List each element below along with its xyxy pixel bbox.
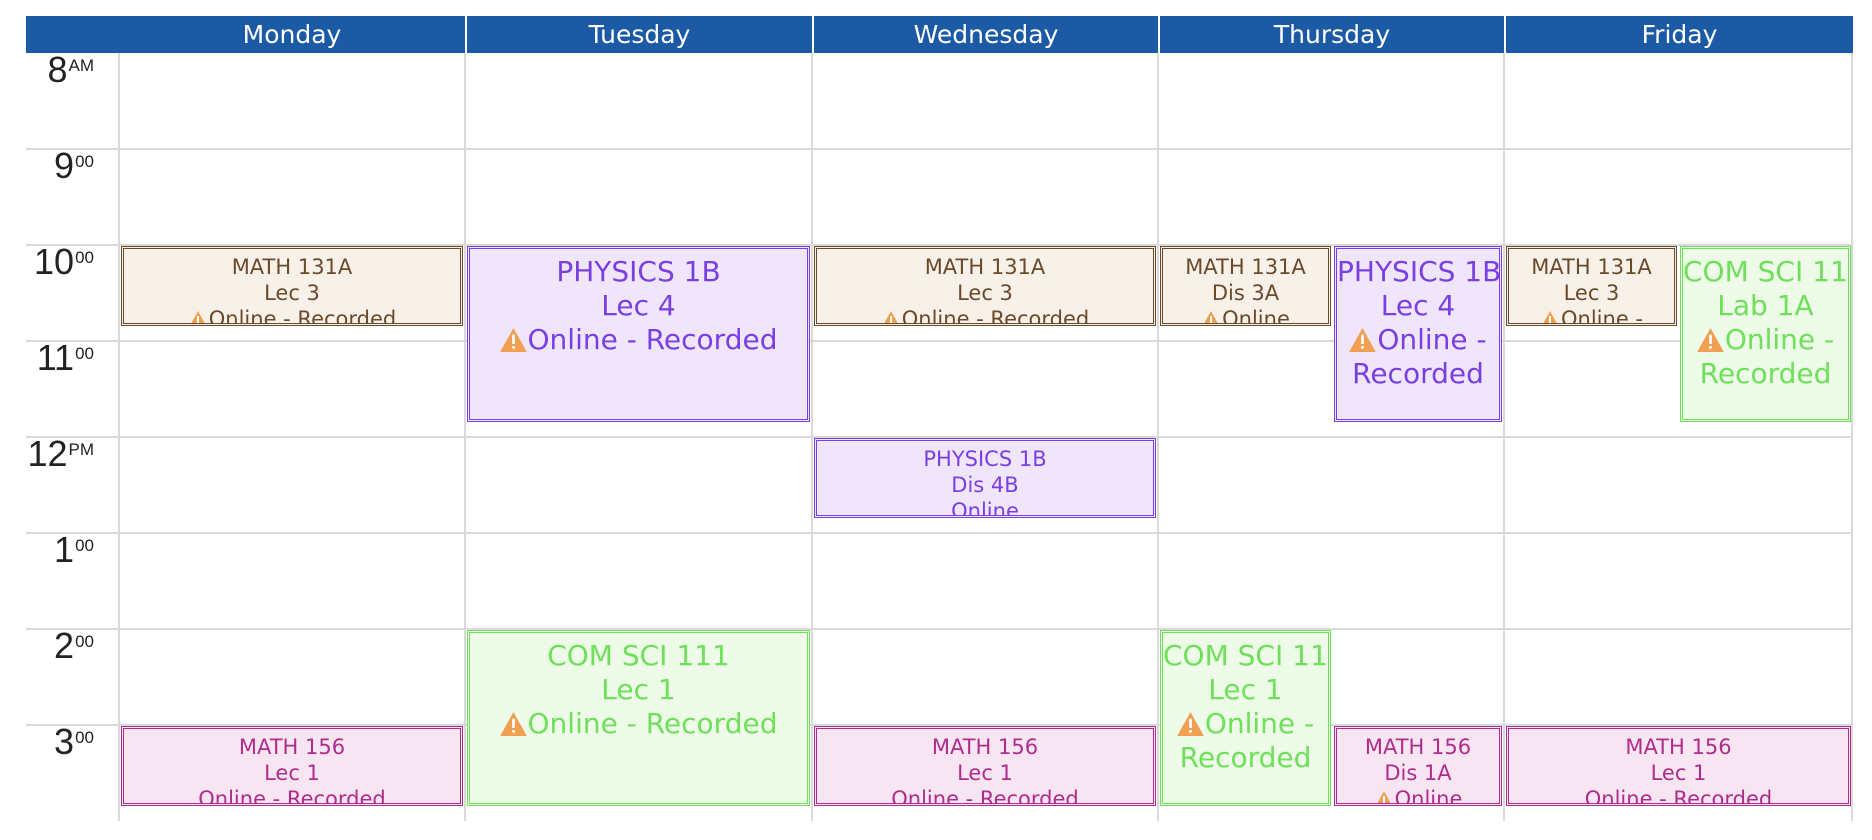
day-column-divider [1157,53,1159,821]
day-column-divider [1851,53,1853,821]
event-mode: Online - Recorded [208,307,397,326]
event-section: Lec 4 [601,289,676,322]
event-section: Lec 1 [264,761,320,785]
event-course: COM SCI 111 [1163,639,1331,672]
event-section: Dis 3A [1211,281,1280,305]
event-mode: Online - Recorded [901,307,1090,326]
event-mode: Online - Recorded [1584,787,1773,806]
warning-icon [1374,791,1394,803]
event-course: MATH 156 [1364,735,1472,759]
event-physics1b-tuesday[interactable]: PHYSICS 1B Lec 4 Online - Recorded [467,246,810,422]
event-mode: Online - Recorded [527,323,778,356]
warning-icon [1201,311,1221,323]
event-section: Lec 4 [1380,289,1456,322]
event-comsci111-thursday[interactable]: COM SCI 111 Lec 1 Online - Recorded [1160,630,1331,806]
event-mode: Online [1394,787,1463,806]
day-header-wednesday: Wednesday [812,16,1158,53]
day-header-thursday: Thursday [1158,16,1504,53]
event-physics1b-thursday[interactable]: PHYSICS 1B Lec 4 Online - Recorded [1334,246,1502,422]
day-header-monday: Monday [242,20,342,49]
event-section: Lec 3 [1563,281,1620,305]
event-section: Lec 3 [957,281,1013,305]
event-section: Lec 3 [264,281,320,305]
event-course: COM SCI 111 [1683,255,1851,288]
event-section: Lec 1 [1208,673,1283,706]
warning-icon [1540,311,1560,323]
event-math131a-monday[interactable]: MATH 131A Lec 3 Online - Recorded [121,246,463,326]
event-section: Lab 1A [1717,289,1814,322]
event-section: Lec 1 [957,761,1013,785]
event-section: Lec 1 [1650,761,1707,785]
event-course: MATH 131A [924,255,1046,279]
hour-gridline [26,532,1853,534]
event-math156-friday[interactable]: MATH 156 Lec 1 Online - Recorded [1506,726,1851,806]
event-section: Dis 1A [1384,761,1452,785]
event-course: MATH 156 [238,735,346,759]
event-course: PHYSICS 1B [1337,255,1502,288]
warning-icon [1176,712,1204,736]
hour-gridline [26,148,1853,150]
event-course: PHYSICS 1B [923,447,1047,471]
event-comsci111-tuesday[interactable]: COM SCI 111 Lec 1 Online - Recorded [467,630,810,806]
event-section: Lec 1 [601,673,676,706]
event-mode: Online [1222,307,1290,326]
event-section: Dis 4B [951,473,1019,497]
warning-icon [1349,328,1377,352]
warning-icon [188,311,208,323]
event-mode: Online - Recorded [891,787,1079,806]
event-math131a-friday[interactable]: MATH 131A Lec 3 Online - [1506,246,1677,326]
day-header-friday: Friday [1504,16,1853,53]
time-label-3: 300 [54,721,94,762]
day-column-divider [464,53,466,821]
hour-gridline [26,628,1853,630]
hour-gridline [26,340,1853,342]
event-mode: Online - [1561,307,1643,326]
time-label-10: 1000 [34,241,94,282]
time-label-2: 200 [54,625,94,666]
weekly-calendar: Monday Tuesday Wednesday Thursday Friday… [0,0,1872,840]
time-label-8am: 8AM [47,49,94,90]
day-column-divider [811,53,813,821]
day-column-divider [1503,53,1505,821]
event-mode: Online - Recorded [527,707,778,740]
warning-icon [1696,328,1724,352]
event-course: MATH 131A [1531,255,1652,279]
event-course: MATH 131A [1185,255,1306,279]
event-mode: Online - Recorded [198,787,386,806]
event-physics1b-wednesday-dis[interactable]: PHYSICS 1B Dis 4B Online [814,438,1156,518]
event-course: MATH 156 [1625,735,1732,759]
time-label-9: 900 [54,145,94,186]
event-math156-thursday[interactable]: MATH 156 Dis 1A Online [1334,726,1502,806]
event-math131a-wednesday[interactable]: MATH 131A Lec 3 Online - Recorded [814,246,1156,326]
time-label-1: 100 [54,529,94,570]
event-comsci111-friday[interactable]: COM SCI 111 Lab 1A Online - Recorded [1680,246,1851,422]
day-header-tuesday: Tuesday [465,16,812,53]
event-math131a-thursday[interactable]: MATH 131A Dis 3A Online [1160,246,1331,326]
warning-icon [499,328,527,352]
warning-icon [881,311,901,323]
event-course: MATH 156 [931,735,1039,759]
event-course: PHYSICS 1B [556,255,721,288]
time-label-12pm: 12PM [27,433,94,474]
event-math156-wednesday[interactable]: MATH 156 Lec 1 Online - Recorded [814,726,1156,806]
event-math156-monday[interactable]: MATH 156 Lec 1 Online - Recorded [121,726,463,806]
time-label-11: 1100 [36,337,94,378]
event-course: COM SCI 111 [547,639,730,672]
event-mode: Online [951,499,1019,518]
day-column-divider [118,53,120,821]
warning-icon [499,712,527,736]
event-course: MATH 131A [231,255,353,279]
